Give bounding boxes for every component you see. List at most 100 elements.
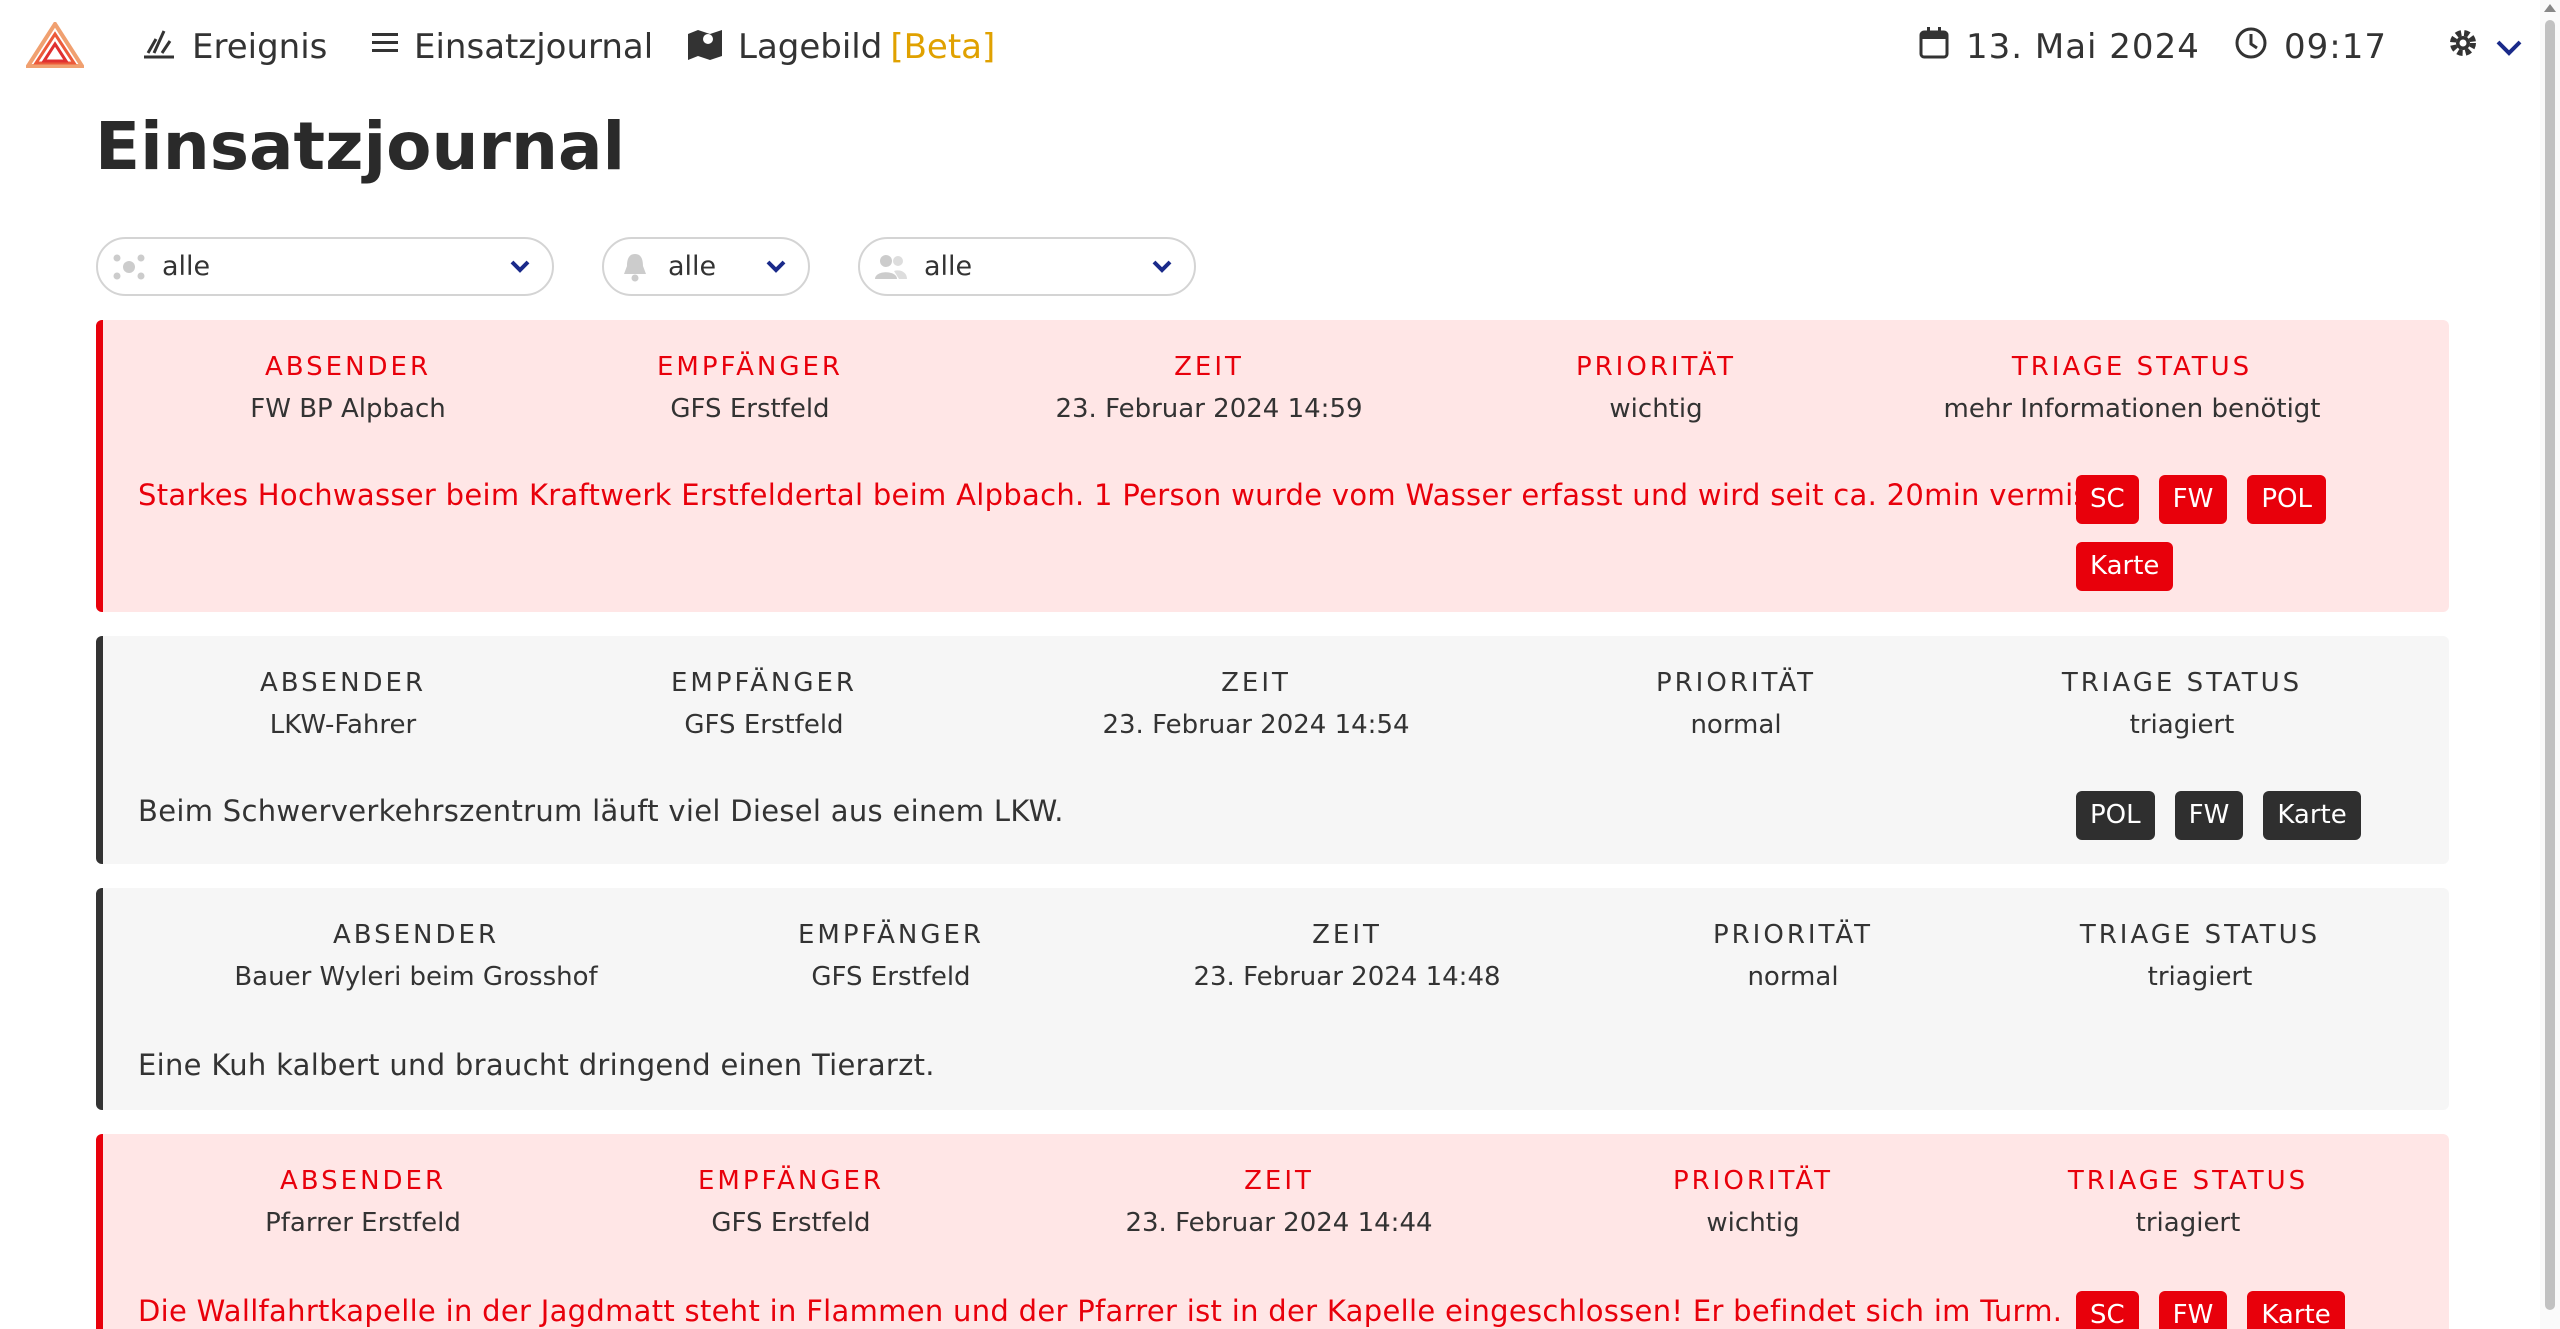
time-value: 23. Februar 2024 14:48 [1193, 962, 1501, 992]
entry-sender: ABSENDER LKW-Fahrer [260, 668, 426, 740]
filter-priority[interactable]: alle [602, 237, 810, 296]
journal-entry[interactable]: ABSENDER Bauer Wyleri beim Grosshof EMPF… [96, 888, 2449, 1110]
current-date: 13. Mai 2024 [1918, 22, 2200, 72]
nav-item-ereignis[interactable]: Ereignis [140, 22, 327, 72]
time-label: ZEIT [1221, 668, 1291, 698]
tag-button[interactable]: FW [2158, 1291, 2228, 1329]
chevron-down-icon [510, 259, 530, 279]
map-button[interactable]: Karte [2076, 542, 2174, 591]
priority-label: PRIORITÄT [1575, 352, 1737, 382]
time-label: ZEIT [1174, 352, 1244, 382]
tag-button[interactable]: FW [2158, 475, 2228, 524]
priority-label: PRIORITÄT [1672, 1166, 1834, 1196]
entry-message: Beim Schwerverkehrszentrum läuft viel Di… [138, 794, 1064, 828]
chevron-down-icon [2495, 27, 2539, 67]
tag-button[interactable]: SC [2076, 1291, 2139, 1329]
entry-time: ZEIT 23. Februar 2024 14:54 [1102, 668, 1409, 740]
triage-value: triagiert [2135, 1208, 2241, 1238]
tag-button[interactable]: POL [2247, 475, 2326, 524]
chevron-down-icon [766, 259, 786, 279]
priority-value: normal [1747, 962, 1839, 992]
priority-value: normal [1690, 710, 1782, 740]
time-text: 09:17 [2284, 27, 2387, 67]
filter-organization-value: alle [162, 251, 211, 282]
time-value: 23. Februar 2024 14:44 [1125, 1208, 1433, 1238]
journal-entry[interactable]: ABSENDER LKW-Fahrer EMPFÄNGER GFS Erstfe… [96, 636, 2449, 864]
entry-tags: SC FW Karte [2076, 1291, 2376, 1329]
entry-triage-status: TRIAGE STATUS triagiert [2080, 920, 2320, 992]
entry-priority: PRIORITÄT normal [1713, 920, 1873, 992]
bell-icon [618, 250, 652, 284]
priority-value: wichtig [1706, 1208, 1800, 1238]
time-value: 23. Februar 2024 14:59 [1055, 394, 1363, 424]
entry-message: Die Wallfahrtkapelle in der Jagdmatt ste… [138, 1294, 2063, 1328]
time-value: 23. Februar 2024 14:54 [1102, 710, 1410, 740]
entry-tags: POL FW Karte [2076, 791, 2416, 840]
filter-organization[interactable]: alle [96, 237, 554, 296]
priority-value: wichtig [1609, 394, 1703, 424]
users-icon [874, 250, 908, 284]
fire-icon [140, 25, 192, 70]
filter-users[interactable]: alle [858, 237, 1196, 296]
receiver-label: EMPFÄNGER [671, 668, 857, 698]
triage-label: TRIAGE STATUS [2011, 352, 2253, 382]
receiver-value: GFS Erstfeld [670, 394, 830, 424]
priority-label: PRIORITÄT [1655, 668, 1817, 698]
sender-label: ABSENDER [264, 352, 432, 382]
organization-icon [112, 250, 146, 284]
nav-label-lagebild: Lagebild [738, 27, 883, 67]
triage-label: TRIAGE STATUS [2067, 1166, 2309, 1196]
entry-triage-status: TRIAGE STATUS mehr Informationen benötig… [1944, 352, 2321, 424]
map-button[interactable]: Karte [2247, 1291, 2345, 1329]
sender-label: ABSENDER [279, 1166, 447, 1196]
scroll-up-arrow-icon[interactable] [2544, 4, 2556, 12]
nav-item-einsatzjournal[interactable]: Einsatzjournal [370, 22, 653, 72]
receiver-label: EMPFÄNGER [698, 1166, 884, 1196]
entry-sender: ABSENDER FW BP Alpbach [250, 352, 445, 424]
map-icon [686, 26, 738, 69]
menu-icon [370, 27, 414, 67]
sender-value: LKW-Fahrer [269, 710, 417, 740]
triage-value: triagiert [2147, 962, 2253, 992]
settings-menu[interactable] [2447, 22, 2539, 72]
app-logo-icon[interactable] [24, 20, 86, 68]
entry-message: Eine Kuh kalbert und braucht dringend ei… [138, 1048, 935, 1082]
filter-priority-value: alle [668, 251, 717, 282]
journal-entry[interactable]: ABSENDER FW BP Alpbach EMPFÄNGER GFS Ers… [96, 320, 2449, 612]
entry-time: ZEIT 23. Februar 2024 14:48 [1193, 920, 1500, 992]
entry-receiver: EMPFÄNGER GFS Erstfeld [698, 1166, 884, 1238]
sender-value: Bauer Wyleri beim Grosshof [234, 962, 598, 992]
entry-receiver: EMPFÄNGER GFS Erstfeld [798, 920, 984, 992]
sender-value: Pfarrer Erstfeld [265, 1208, 461, 1238]
tag-button[interactable]: FW [2174, 791, 2244, 840]
priority-label: PRIORITÄT [1712, 920, 1874, 950]
time-label: ZEIT [1244, 1166, 1314, 1196]
journal-entry[interactable]: ABSENDER Pfarrer Erstfeld EMPFÄNGER GFS … [96, 1134, 2449, 1329]
scrollbar[interactable] [2540, 0, 2560, 1329]
clock-icon [2234, 26, 2284, 69]
entry-time: ZEIT 23. Februar 2024 14:44 [1125, 1166, 1432, 1238]
entry-receiver: EMPFÄNGER GFS Erstfeld [657, 352, 843, 424]
tag-button[interactable]: POL [2076, 791, 2155, 840]
entry-priority: PRIORITÄT wichtig [1576, 352, 1736, 424]
entry-triage-status: TRIAGE STATUS triagiert [2068, 1166, 2308, 1238]
current-time: 09:17 [2234, 22, 2387, 72]
sender-value: FW BP Alpbach [250, 394, 446, 424]
map-button[interactable]: Karte [2263, 791, 2361, 840]
triage-label: TRIAGE STATUS [2061, 668, 2303, 698]
beta-badge: [Beta] [890, 27, 996, 67]
gear-icon [2447, 27, 2495, 68]
scrollbar-thumb[interactable] [2545, 20, 2555, 1310]
entry-receiver: EMPFÄNGER GFS Erstfeld [671, 668, 857, 740]
time-label: ZEIT [1312, 920, 1382, 950]
triage-value: mehr Informationen benötigt [1943, 394, 2321, 424]
nav-label-ereignis: Ereignis [192, 27, 328, 67]
entry-sender: ABSENDER Bauer Wyleri beim Grosshof [234, 920, 597, 992]
date-text: 13. Mai 2024 [1966, 27, 2200, 67]
tag-button[interactable]: SC [2076, 475, 2139, 524]
receiver-value: GFS Erstfeld [711, 1208, 871, 1238]
entry-triage-status: TRIAGE STATUS triagiert [2062, 668, 2302, 740]
entry-priority: PRIORITÄT normal [1656, 668, 1816, 740]
nav-item-lagebild[interactable]: Lagebild [Beta] [686, 22, 995, 72]
chevron-down-icon [1152, 259, 1172, 279]
